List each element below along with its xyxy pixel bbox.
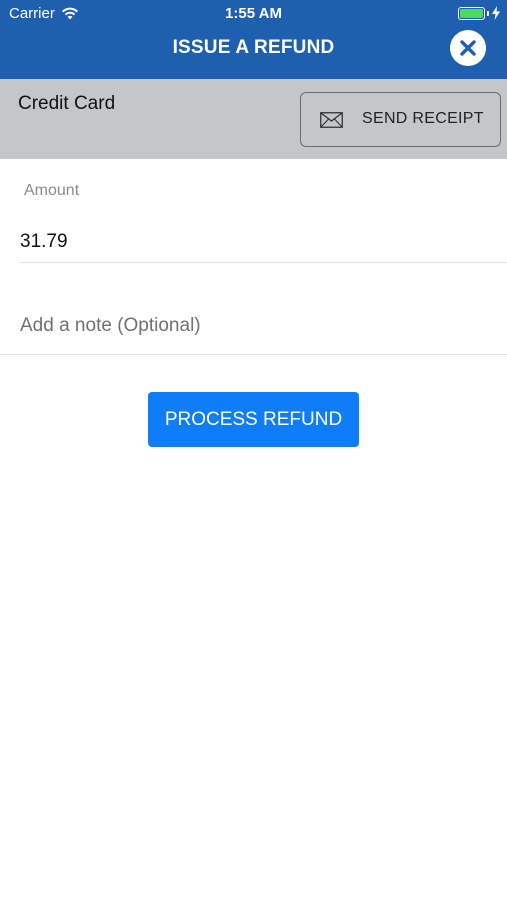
payment-summary-band: Credit Card SEND RECEIPT [0, 79, 507, 159]
battery-icon [458, 7, 485, 20]
amount-field[interactable] [20, 222, 507, 262]
header-bar: Carrier 1:55 AM ISSUE A REFUND [0, 0, 507, 79]
divider [20, 262, 507, 263]
charging-icon [492, 6, 500, 20]
note-field[interactable] [20, 308, 507, 344]
close-button[interactable] [450, 30, 486, 66]
process-refund-button[interactable]: PROCESS REFUND [148, 392, 359, 447]
battery-tip [487, 11, 489, 16]
page-title: ISSUE A REFUND [172, 37, 335, 58]
status-time: 1:55 AM [225, 5, 282, 22]
divider [0, 354, 507, 355]
payment-type-label: Credit Card [18, 93, 116, 114]
status-bar: Carrier 1:55 AM [0, 0, 507, 28]
send-receipt-button[interactable]: SEND RECEIPT [300, 92, 501, 147]
envelope-icon [320, 112, 343, 128]
send-receipt-label: SEND RECEIPT [362, 110, 484, 127]
close-icon [460, 40, 476, 56]
amount-label: Amount [24, 182, 80, 199]
